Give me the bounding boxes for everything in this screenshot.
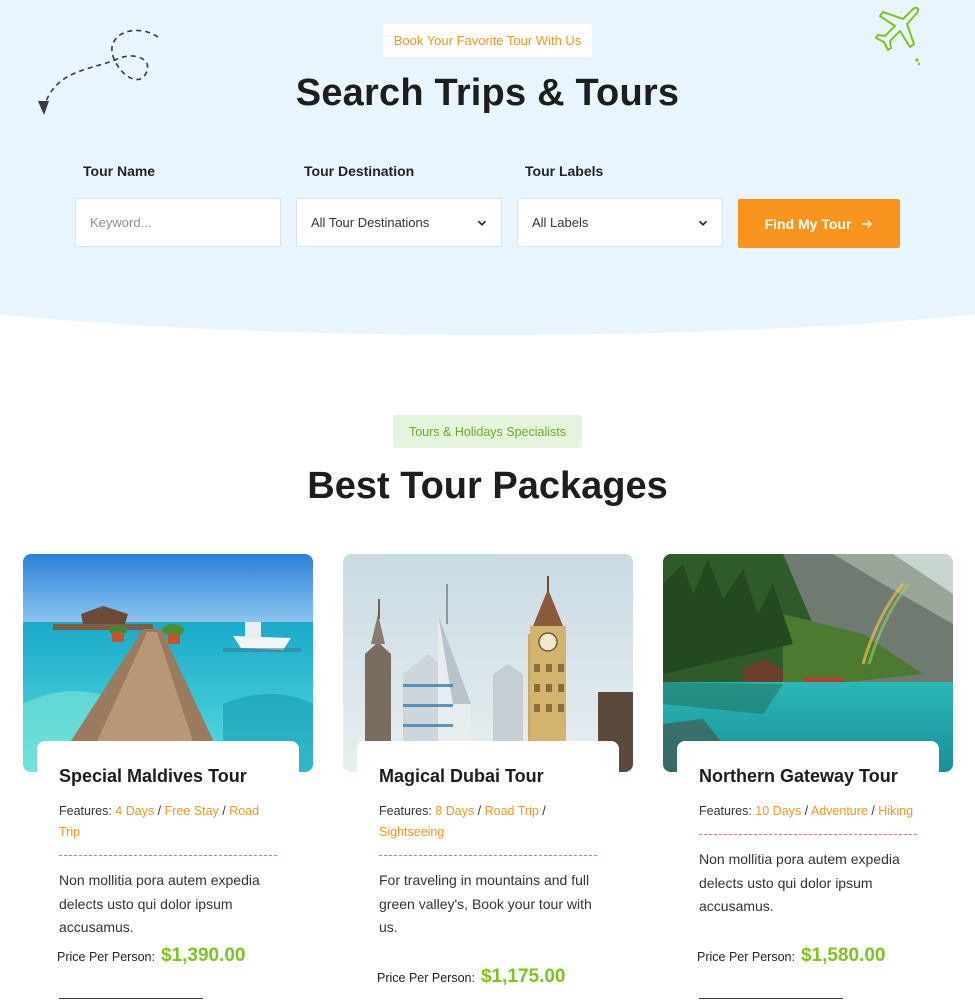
arrow-right-icon bbox=[862, 219, 873, 228]
hero-title: Search Trips & Tours bbox=[295, 72, 680, 114]
features-prefix: Features: bbox=[59, 804, 112, 818]
divider bbox=[699, 998, 843, 999]
feature-link[interactable]: 4 Days bbox=[115, 804, 154, 818]
tour-title[interactable]: Northern Gateway Tour bbox=[699, 766, 917, 787]
price-label: Price Per Person: bbox=[697, 950, 795, 964]
destination-selected-value: All Tour Destinations bbox=[311, 215, 430, 230]
tour-card-body: Special Maldives Tour Features: 4 Days /… bbox=[37, 741, 299, 1000]
feature-link[interactable]: Adventure bbox=[811, 804, 868, 818]
tour-card-body: Magical Dubai Tour Features: 8 Days / Ro… bbox=[357, 741, 619, 1000]
hero-section: Book Your Favorite Tour With Us Search T… bbox=[0, 0, 975, 340]
tour-name-label: Tour Name bbox=[83, 163, 156, 179]
packages-badge: Tours & Holidays Specialists bbox=[393, 415, 582, 448]
price-label: Price Per Person: bbox=[377, 971, 475, 985]
labels-selected-value: All Labels bbox=[532, 215, 589, 230]
price-row: Price Per Person: $1,580.00 bbox=[697, 945, 886, 967]
price-label: Price Per Person: bbox=[57, 950, 155, 964]
chevron-down-icon bbox=[477, 220, 487, 226]
price-row: Price Per Person: $1,390.00 bbox=[57, 945, 246, 967]
features-prefix: Features: bbox=[699, 804, 752, 818]
find-my-tour-button[interactable]: Find My Tour bbox=[738, 199, 900, 248]
tour-features: Features: 8 Days / Road Trip / Sightseei… bbox=[379, 804, 546, 839]
feature-link[interactable]: Road Trip bbox=[485, 804, 539, 818]
destination-select[interactable]: All Tour Destinations bbox=[296, 198, 502, 247]
tour-features: Features: 4 Days / Free Stay / Road Trip bbox=[59, 804, 260, 839]
feature-link[interactable]: Hiking bbox=[878, 804, 913, 818]
divider bbox=[59, 855, 277, 856]
tour-title[interactable]: Magical Dubai Tour bbox=[379, 766, 597, 787]
tour-description: Non mollitia pora autem expedia delects … bbox=[699, 851, 900, 914]
labels-label: Tour Labels bbox=[525, 163, 604, 179]
packages-title: Best Tour Packages bbox=[307, 465, 668, 507]
tour-description: For traveling in mountains and full gree… bbox=[379, 872, 592, 935]
tour-image-dubai[interactable] bbox=[343, 554, 633, 772]
tour-title[interactable]: Special Maldives Tour bbox=[59, 766, 277, 787]
chevron-down-icon bbox=[698, 220, 708, 226]
tour-card-body: Northern Gateway Tour Features: 10 Days … bbox=[677, 741, 939, 1000]
divider bbox=[699, 834, 917, 835]
features-prefix: Features: bbox=[379, 804, 432, 818]
hero-badge: Book Your Favorite Tour With Us bbox=[383, 24, 592, 57]
tour-image-maldives[interactable] bbox=[23, 554, 313, 772]
feature-link[interactable]: Sightseeing bbox=[379, 825, 444, 839]
tour-price: $1,175.00 bbox=[480, 966, 566, 987]
destination-label: Tour Destination bbox=[304, 163, 415, 179]
find-my-tour-label: Find My Tour bbox=[764, 215, 852, 232]
price-row: Price Per Person: $1,175.00 bbox=[377, 966, 566, 988]
tour-name-placeholder: Keyword... bbox=[90, 215, 152, 230]
airplane-icon bbox=[875, 6, 921, 66]
tour-price: $1,580.00 bbox=[800, 945, 886, 966]
tour-price: $1,390.00 bbox=[160, 945, 246, 966]
labels-select[interactable]: All Labels bbox=[517, 198, 723, 247]
divider bbox=[379, 855, 597, 856]
tour-features: Features: 10 Days / Adventure / Hiking bbox=[699, 804, 914, 818]
feature-link[interactable]: 8 Days bbox=[435, 804, 474, 818]
tour-description: Non mollitia pora autem expedia delects … bbox=[59, 872, 260, 935]
tour-card-maldives: Special Maldives Tour Features: 4 Days /… bbox=[23, 554, 313, 1000]
tour-card-dubai: Magical Dubai Tour Features: 8 Days / Ro… bbox=[343, 554, 633, 1000]
divider bbox=[59, 998, 203, 999]
feature-link[interactable]: Free Stay bbox=[165, 804, 219, 818]
tour-image-northern-gateway[interactable] bbox=[663, 554, 953, 772]
tour-card-northern-gateway: Northern Gateway Tour Features: 10 Days … bbox=[663, 554, 953, 1000]
feature-link[interactable]: 10 Days bbox=[755, 804, 801, 818]
tour-name-input[interactable]: Keyword... bbox=[75, 198, 281, 247]
